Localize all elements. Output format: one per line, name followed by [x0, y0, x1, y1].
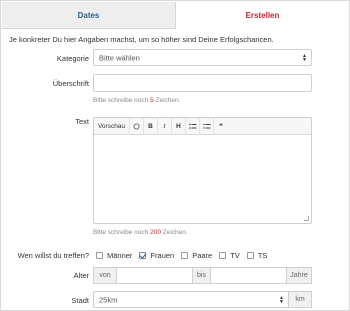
- bullet-list-icon[interactable]: [186, 117, 200, 135]
- heading-button[interactable]: H: [172, 117, 186, 135]
- resize-handle-icon[interactable]: [304, 216, 309, 221]
- select-arrows-icon: ▲ ▼: [279, 294, 284, 305]
- city-unit-addon: km: [288, 291, 312, 308]
- age-from-addon: von: [93, 267, 117, 284]
- age-unit-addon: Jahre: [286, 267, 312, 284]
- meet-label: Wen willst du treffen?: [17, 251, 89, 260]
- checkbox-frauen[interactable]: [139, 252, 147, 259]
- italic-button[interactable]: I: [158, 117, 172, 135]
- text-hint-count: 200: [150, 229, 161, 236]
- bold-button[interactable]: B: [144, 117, 158, 135]
- headline-input[interactable]: [93, 74, 312, 92]
- tab-bar: Dates Erstellen: [2, 2, 349, 29]
- text-label: Text: [75, 117, 89, 126]
- city-label: Stadt: [71, 296, 89, 305]
- quote-icon[interactable]: ❝: [214, 118, 228, 135]
- city-radius-select[interactable]: 25km ▲ ▼: [93, 291, 289, 308]
- headline-label: Überschrift: [52, 79, 89, 88]
- age-label: Alter: [73, 271, 89, 280]
- age-from-input[interactable]: [116, 267, 193, 284]
- category-select[interactable]: Bitte wählen ▲ ▼: [93, 49, 312, 66]
- age-to-input[interactable]: [210, 267, 287, 284]
- age-to-addon: bis: [192, 267, 211, 284]
- tab-erstellen[interactable]: Erstellen: [176, 2, 349, 29]
- form-panel: Dates Erstellen Je konkreter Du hier Ang…: [0, 0, 350, 311]
- category-label: Kategorie: [56, 54, 89, 63]
- option-tv[interactable]: TV: [219, 251, 240, 260]
- checkbox-tv[interactable]: [219, 252, 227, 259]
- select-arrows-icon: ▲ ▼: [302, 52, 307, 63]
- editor-toolbar: Vorschau B I H ❝: [94, 117, 311, 135]
- text-editor[interactable]: Vorschau B I H ❝: [93, 117, 312, 224]
- tab-dates[interactable]: Dates: [2, 2, 176, 29]
- option-maenner[interactable]: Männer: [96, 251, 132, 260]
- option-frauen[interactable]: Frauen: [139, 251, 174, 260]
- intro-text: Je konkreter Du hier Angaben machst, um …: [9, 35, 274, 44]
- category-selected-value: Bitte wählen: [99, 53, 140, 62]
- checkbox-maenner[interactable]: [96, 252, 103, 259]
- preview-button[interactable]: Vorschau: [94, 117, 130, 135]
- checkbox-ts[interactable]: [246, 252, 254, 259]
- text-hint: Bitte schreibe noch 200 Zeichen.: [93, 229, 188, 236]
- city-radius-value: 25km: [99, 295, 118, 304]
- option-ts[interactable]: TS: [246, 251, 267, 260]
- circle-icon[interactable]: [130, 117, 144, 135]
- headline-hint: Bitte schreibe noch 5 Zeichen.: [93, 97, 181, 104]
- meet-options: Männer Frauen Paare TV TS: [96, 251, 274, 260]
- option-paare[interactable]: Paare: [181, 251, 212, 260]
- checkbox-paare[interactable]: [181, 252, 189, 259]
- numbered-list-icon[interactable]: [200, 117, 214, 135]
